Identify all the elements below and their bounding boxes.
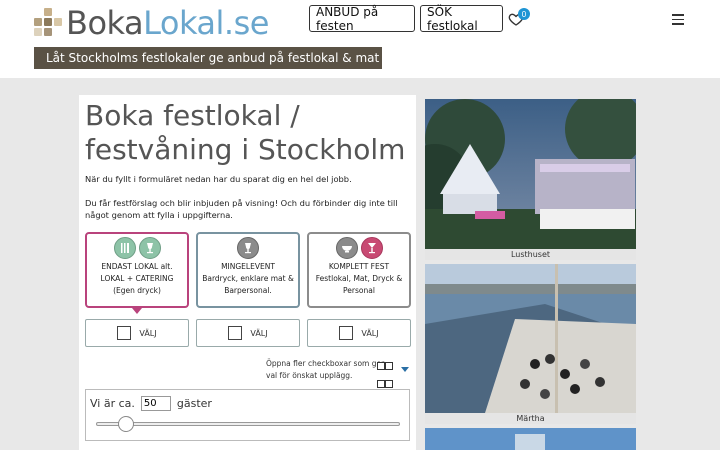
intro-text-2: Du får festförslag och blir inbjuden på … bbox=[85, 198, 398, 220]
option-mingle-event-title: MINGELEVENT bbox=[221, 262, 275, 271]
selected-pointer-icon bbox=[132, 308, 142, 314]
drinks-icon bbox=[360, 237, 383, 259]
select-label: VÄLJ bbox=[139, 328, 157, 338]
logo-text: BokaLokal.se bbox=[66, 4, 269, 42]
page-title: Boka festlokal / festvåning i Stockholm bbox=[85, 99, 406, 166]
logo-mark-icon bbox=[34, 8, 62, 38]
option-venue-only[interactable]: ENDAST LOKAL alt. LOKAL + CATERING (Egen… bbox=[85, 232, 189, 308]
search-venue-button[interactable]: SÖK festlokal bbox=[420, 5, 503, 33]
venue-photo-lusthuset[interactable] bbox=[425, 99, 636, 249]
tagline-banner: Låt Stockholms festlokaler ge anbud på f… bbox=[34, 47, 382, 69]
guests-prefix: Vi är ca. bbox=[90, 397, 135, 410]
checkbox-icon bbox=[228, 326, 243, 340]
select-complete-party-checkbox[interactable]: VÄLJ bbox=[307, 319, 411, 347]
photo-caption-martha: Märtha bbox=[425, 413, 636, 424]
wine-glass-icon bbox=[237, 237, 259, 259]
booking-form-panel: Boka festlokal / festvåning i Stockholm … bbox=[79, 95, 416, 450]
cutlery-icon bbox=[113, 237, 136, 259]
option-complete-party-line2: Festlokal, Mat, Dryck & bbox=[315, 274, 403, 283]
option-venue-only-line3: (Egen dryck) bbox=[113, 286, 161, 295]
venue-photo-martha[interactable] bbox=[425, 264, 636, 413]
logo-text-part2: Lokal.se bbox=[143, 4, 269, 42]
checkbox-icon bbox=[339, 326, 354, 340]
favorites-count-badge: 0 bbox=[518, 8, 530, 20]
select-venue-only-checkbox[interactable]: VÄLJ bbox=[85, 319, 189, 347]
select-mingle-event-checkbox[interactable]: VÄLJ bbox=[196, 319, 300, 347]
anbud-button[interactable]: ANBUD på festen bbox=[309, 5, 415, 33]
site-header: BokaLokal.se ANBUD på festen SÖK festlok… bbox=[0, 0, 720, 78]
dish-icon bbox=[335, 237, 358, 259]
guest-count-input[interactable] bbox=[140, 396, 171, 411]
select-label: VÄLJ bbox=[361, 328, 379, 338]
option-mingle-event-line3: Barpersonal. bbox=[224, 286, 272, 295]
option-complete-party-line3: Personal bbox=[343, 286, 375, 295]
dining-icon bbox=[138, 237, 161, 259]
option-venue-only-line2: LOKAL + CATERING bbox=[100, 274, 174, 283]
hamburger-menu-icon[interactable] bbox=[672, 14, 684, 25]
guest-slider-thumb[interactable] bbox=[118, 416, 135, 432]
intro-text-1: När du fyllt i formuläret nedan har du s… bbox=[85, 174, 352, 184]
expand-chevron-down-icon[interactable] bbox=[401, 367, 409, 372]
option-mingle-event-line2: Bardryck, enklare mat & bbox=[202, 274, 294, 283]
option-complete-party[interactable]: KOMPLETT FEST Festlokal, Mat, Dryck & Pe… bbox=[307, 232, 411, 308]
option-venue-only-title: ENDAST LOKAL alt. bbox=[101, 262, 173, 271]
logo-text-part1: Boka bbox=[66, 4, 144, 42]
guests-suffix: gäster bbox=[176, 397, 212, 410]
photo-caption-lusthuset: Lusthuset bbox=[425, 249, 636, 260]
select-label: VÄLJ bbox=[250, 328, 268, 338]
checkbox-icon bbox=[117, 326, 132, 340]
guest-count-box: Vi är ca. gäster bbox=[85, 389, 410, 441]
option-mingle-event[interactable]: MINGELEVENT Bardryck, enklare mat & Barp… bbox=[196, 232, 300, 308]
guest-slider-track[interactable] bbox=[96, 422, 400, 426]
option-complete-party-title: KOMPLETT FEST bbox=[328, 262, 390, 271]
venue-photo-third[interactable] bbox=[425, 428, 636, 450]
brand-logo[interactable]: BokaLokal.se bbox=[34, 2, 269, 44]
